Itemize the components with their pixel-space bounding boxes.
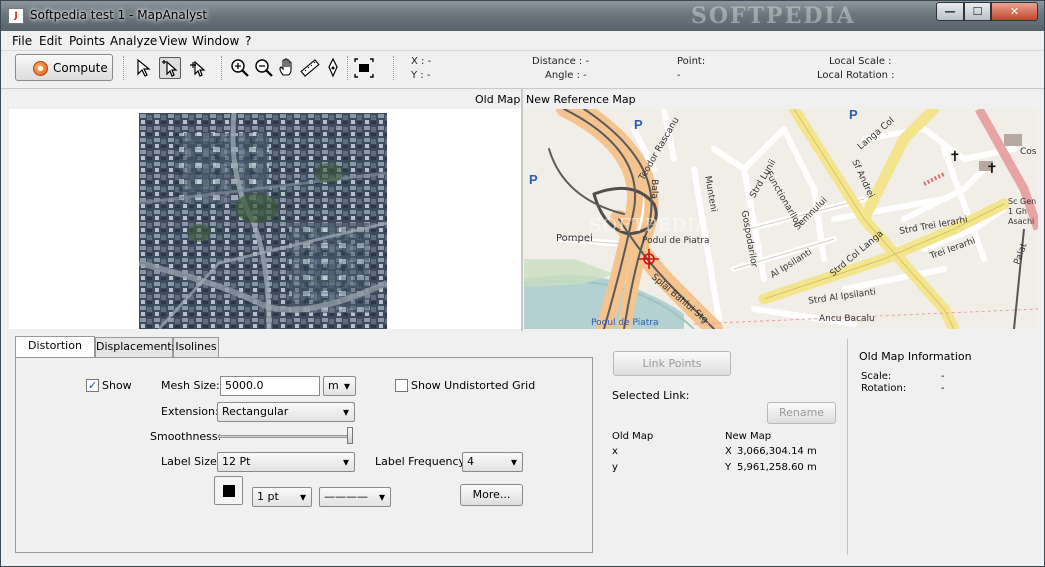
extension-select[interactable]: Rectangular [217, 402, 355, 422]
maximize-button[interactable]: ☐ [964, 2, 991, 21]
toolbar-separator [221, 56, 222, 80]
pen-icon[interactable] [322, 57, 344, 79]
main-window: SOFTPEDIA J Softpedia test 1 - MapAnalys… [0, 0, 1045, 567]
mesh-unit-select[interactable]: m [323, 376, 356, 396]
softpedia-watermark: SOFTPEDIA [691, 3, 856, 29]
old-map-aerial-image[interactable] [139, 113, 387, 329]
link-points-button[interactable]: Link Points [613, 351, 731, 376]
tab-isolines[interactable]: Isolines [173, 337, 219, 357]
more-button[interactable]: More... [460, 484, 523, 506]
link-y-prefix: Y [725, 462, 732, 473]
menu-window[interactable]: Window [192, 34, 239, 48]
show-undistorted-grid-label: Show Undistorted Grid [411, 379, 536, 392]
info-divider [847, 339, 848, 555]
grid-color-swatch[interactable] [214, 476, 243, 505]
measure-ruler-icon[interactable] [299, 57, 321, 79]
x-readout: X : - [411, 56, 432, 67]
extension-label: Extension: [161, 405, 219, 418]
line-style-select[interactable]: ———— [319, 487, 391, 507]
link-y-row-label: y [612, 462, 618, 473]
compute-button[interactable]: Compute [15, 54, 113, 81]
tab-displacements[interactable]: Displacements [95, 337, 177, 357]
map-label-sc-gen: Sc Gen 1 Gh Asachi [1008, 197, 1037, 226]
menu-edit[interactable]: Edit [39, 34, 62, 48]
selected-link-label: Selected Link: [612, 389, 690, 402]
link-x-prefix: X [725, 446, 732, 457]
y-readout: Y : - [411, 70, 431, 81]
local-scale-readout: Local Scale : [829, 56, 892, 67]
smoothness-slider-track[interactable] [218, 435, 350, 438]
map-splitter[interactable] [521, 89, 523, 331]
label-size-select[interactable]: 12 Pt [217, 452, 355, 472]
link-old-map-header: Old Map [612, 431, 654, 442]
toolbar-separator [347, 56, 348, 80]
show-undistorted-grid-checkbox[interactable] [395, 379, 408, 392]
label-size-label: Label Size: [161, 455, 221, 468]
label-frequency-select[interactable]: 4 [462, 452, 523, 472]
svg-text:✝: ✝ [986, 161, 998, 177]
map-label-cos: Cos [1020, 147, 1037, 157]
new-reference-map-view[interactable]: P P P ✝ ✝ SOFTPEDIA Pompei Podul de Piat… [524, 109, 1038, 329]
menu-points[interactable]: Points [69, 34, 105, 48]
toolbar: Compute X : - Y: - Distance: - Angle:… [1, 51, 1044, 89]
link-y-value: 5,961,258.60 m [737, 462, 817, 473]
title-bar: SOFTPEDIA J Softpedia test 1 - MapAnalys… [1, 1, 1044, 31]
map-label-bacalu: Ancu Bacalu [819, 314, 875, 324]
zoom-out-icon[interactable] [253, 57, 275, 79]
compute-label: Compute [53, 61, 108, 75]
svg-text:P: P [634, 117, 643, 132]
pan-hand-icon[interactable] [276, 57, 298, 79]
smoothness-label: Smoothness: [150, 430, 222, 443]
zoom-in-icon[interactable] [229, 57, 251, 79]
rename-button[interactable]: Rename [767, 402, 836, 424]
java-app-icon: J [8, 8, 24, 24]
window-title: Softpedia test 1 - MapAnalyst [30, 8, 208, 22]
smoothness-slider-thumb[interactable] [347, 427, 353, 444]
link-x-value: 3,066,304.14 m [737, 446, 817, 457]
svg-text:P: P [529, 172, 538, 187]
map-label-podul-de-piatra: Podul de Piatra [642, 236, 710, 246]
map-label-bala: Bala [648, 179, 659, 199]
info-scale-label: Scale: [861, 371, 892, 382]
toolbar-separator [393, 56, 394, 80]
close-button[interactable]: ✕ [991, 2, 1038, 21]
add-point-icon[interactable] [187, 57, 209, 79]
angle-readout: Angle : - [545, 70, 587, 81]
info-rotation-label: Rotation: [861, 383, 907, 394]
mesh-size-label: Mesh Size: [161, 379, 220, 392]
compute-icon [33, 61, 48, 76]
label-frequency-label: Label Frequency: [375, 455, 468, 468]
info-scale-value: - [941, 371, 945, 382]
map-label-podul-de-piatra-2: Podul de Piatra [591, 318, 659, 328]
menu-file[interactable]: File [12, 34, 32, 48]
point-label: Point: [677, 56, 706, 67]
line-width-select[interactable]: 1 pt [252, 487, 312, 507]
mesh-size-input[interactable]: 5000.0 [220, 376, 320, 396]
select-arrow-icon[interactable] [133, 57, 155, 79]
svg-text:✝: ✝ [949, 149, 961, 165]
minimize-button[interactable]: — [936, 2, 964, 21]
fit-extent-icon[interactable] [353, 57, 375, 79]
menu-help[interactable]: ? [245, 34, 251, 48]
map-label-pompei: Pompei [556, 233, 593, 244]
new-map-title: New Reference Map [526, 93, 636, 106]
old-map-title: Old Map [475, 93, 521, 106]
select-point-icon[interactable] [159, 57, 181, 79]
info-rotation-value: - [941, 383, 945, 394]
menu-view[interactable]: View [159, 34, 187, 48]
svg-text:SOFTPEDIA: SOFTPEDIA [589, 215, 709, 236]
menu-bar: File Edit Points Analyze View Window ? [1, 31, 1044, 51]
tab-distortion-grid[interactable]: Distortion Grid [15, 336, 95, 370]
menu-analyze[interactable]: Analyze [110, 34, 157, 48]
local-rotation-readout: Local Rotation : [817, 70, 895, 81]
point-value: - [677, 70, 681, 81]
show-grid-checkbox[interactable]: ✓ [86, 379, 99, 392]
old-map-info-title: Old Map Information [859, 350, 972, 363]
link-new-map-header: New Map [725, 431, 772, 442]
link-x-row-label: x [612, 446, 618, 457]
distance-readout: Distance : - [532, 56, 590, 67]
toolbar-separator [123, 56, 124, 80]
show-grid-label: Show [102, 379, 132, 392]
svg-text:P: P [849, 109, 858, 122]
